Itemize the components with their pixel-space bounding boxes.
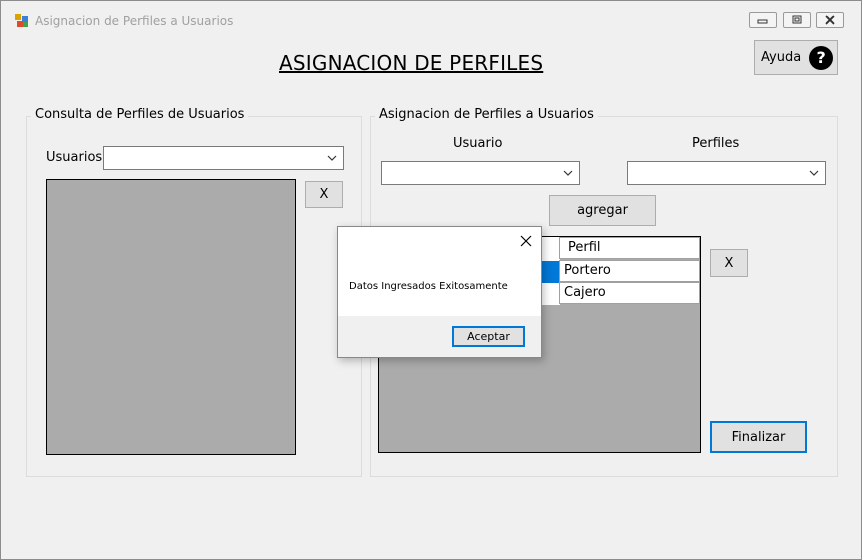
grid-selected-cell[interactable] [539, 261, 559, 283]
chevron-down-icon [327, 155, 337, 161]
perfiles-combo[interactable] [627, 161, 826, 185]
title-bar[interactable]: Asignacion de Perfiles a Usuarios [1, 1, 861, 35]
close-icon [825, 15, 835, 25]
grid-row[interactable]: Portero [559, 260, 700, 282]
perfiles-label: Perfiles [692, 136, 740, 151]
close-button[interactable] [816, 12, 844, 28]
dialog-footer: Aceptar [338, 316, 541, 357]
asignacion-remove-button[interactable]: X [710, 249, 748, 277]
usuarios-combo[interactable] [103, 146, 344, 170]
main-window: Asignacion de Perfiles a Usuarios ASIGNA… [0, 0, 862, 560]
window-title: Asignacion de Perfiles a Usuarios [35, 14, 234, 28]
usuario-label: Usuario [453, 136, 503, 151]
help-icon: ? [809, 45, 834, 70]
usuario-combo[interactable] [381, 161, 580, 185]
finalizar-button[interactable]: Finalizar [710, 421, 807, 453]
maximize-icon [792, 15, 802, 24]
minimize-button[interactable] [749, 12, 777, 28]
chevron-down-icon [563, 170, 573, 176]
agregar-button[interactable]: agregar [549, 195, 656, 226]
dialog-message: Datos Ingresados Exitosamente [349, 281, 508, 292]
minimize-icon [757, 19, 768, 24]
consulta-group-title: Consulta de Perfiles de Usuarios [31, 107, 249, 122]
maximize-button[interactable] [783, 12, 811, 28]
usuarios-label: Usuarios [46, 150, 103, 165]
consulta-remove-button[interactable]: X [305, 181, 343, 208]
help-button[interactable]: Ayuda ? [754, 40, 838, 75]
app-icon [15, 14, 28, 27]
message-dialog: Datos Ingresados Exitosamente Aceptar [337, 226, 542, 358]
dialog-close-icon[interactable] [518, 233, 534, 249]
help-label: Ayuda [761, 50, 802, 65]
asignacion-group-title: Asignacion de Perfiles a Usuarios [375, 107, 598, 122]
chevron-down-icon [809, 170, 819, 176]
aceptar-button[interactable]: Aceptar [452, 326, 525, 347]
consulta-grid[interactable] [46, 179, 296, 455]
grid-column-header[interactable]: Perfil [559, 237, 700, 259]
page-title: ASIGNACION DE PERFILES [279, 51, 544, 75]
grid-row[interactable]: Cajero [559, 282, 700, 304]
